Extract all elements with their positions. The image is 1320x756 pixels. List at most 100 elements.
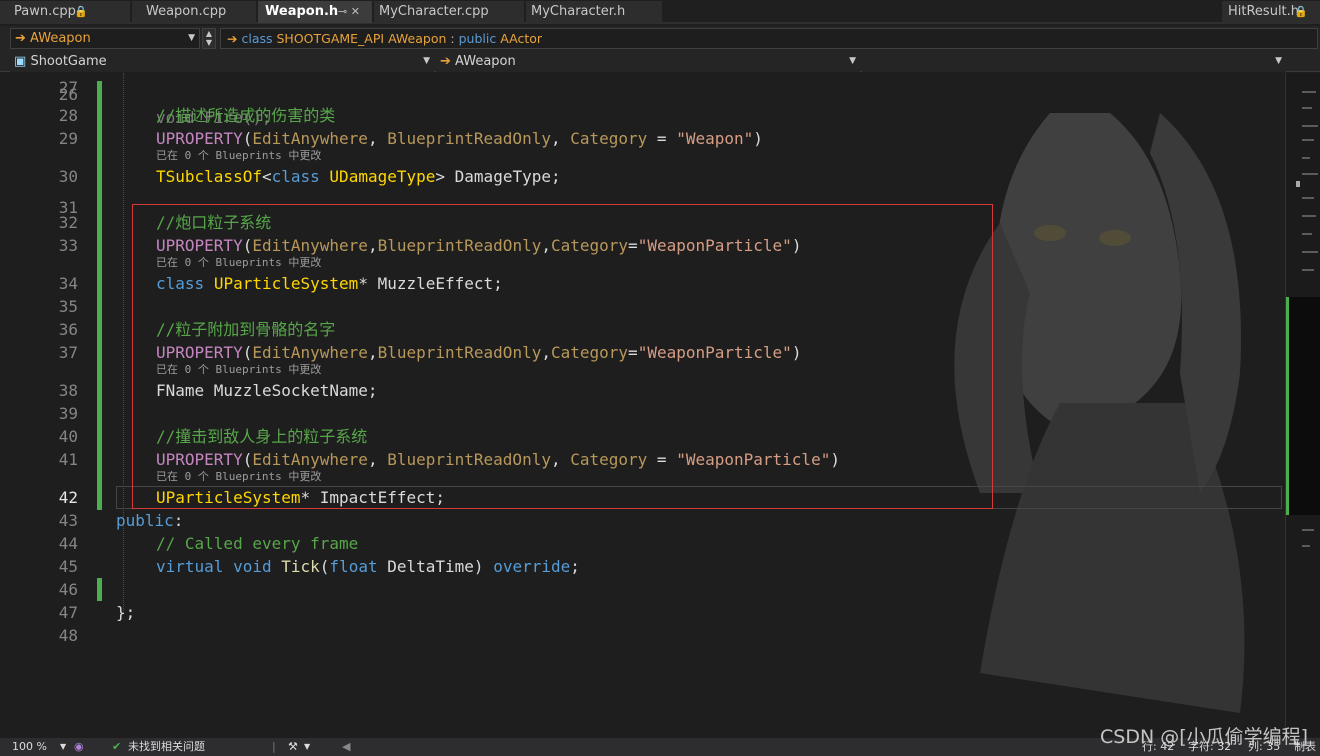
tab-mycharacter-h[interactable]: MyCharacter.h: [526, 1, 662, 23]
chevron-down-icon: ▼: [423, 56, 430, 66]
tab-hitresult-h[interactable]: HitResult.h 🔒: [1222, 1, 1320, 23]
minimap-scrollbar[interactable]: [1285, 73, 1320, 737]
code-line: 45 virtual void Tick(float DeltaTime) ove…: [0, 555, 1284, 578]
type-dropdown[interactable]: ➔ AWeapon ▼: [10, 28, 200, 49]
code-token: (: [242, 129, 253, 148]
nav-class-colon: :: [450, 31, 455, 46]
spin-icon[interactable]: ▲ ▼: [202, 28, 216, 49]
issues-status[interactable]: 未找到相关问题: [128, 738, 205, 756]
code-token: :: [173, 511, 184, 530]
tab-pawn-cpp[interactable]: Pawn.cpp 🔒: [0, 1, 130, 23]
check-circle-icon: ✔: [112, 740, 122, 753]
tab-weapon-cpp[interactable]: Weapon.cpp: [132, 1, 256, 23]
code-token: ): [753, 129, 763, 148]
brush-icon[interactable]: ⚒: [288, 738, 298, 756]
scroll-left-icon[interactable]: ◀: [342, 738, 350, 756]
line-number: 43: [58, 511, 78, 530]
line-number: 27: [58, 78, 78, 97]
lock-icon: 🔒: [74, 5, 88, 18]
line-number: 34: [58, 274, 78, 293]
tab-label: Weapon.h: [265, 4, 339, 19]
code-token: "Weapon": [676, 129, 754, 148]
tab-label: Weapon.cpp: [146, 4, 227, 19]
divider: |: [272, 740, 276, 753]
scope-dropdown[interactable]: ➔ AWeapon ▼: [436, 52, 860, 72]
project-icon: ▣: [14, 54, 27, 69]
line-number: 40: [58, 427, 78, 446]
project-dropdown-label: ShootGame: [30, 54, 107, 69]
arrow-right-icon: ➔: [227, 31, 238, 46]
nav-class-access: public: [458, 31, 497, 46]
scope-dropdown-label: AWeapon: [455, 54, 516, 69]
code-text: public:: [116, 509, 183, 532]
line-number: 44: [58, 534, 78, 553]
code-line: 47};: [0, 601, 1284, 624]
code-token: =: [647, 129, 677, 148]
code-token: EditAnywhere: [252, 129, 368, 148]
line-number: 38: [58, 381, 78, 400]
code-line: 27: [0, 76, 1284, 99]
code-line: 28 //描述所造成的伤害的类: [0, 104, 1284, 127]
line-number: 30: [58, 167, 78, 186]
code-token: BlueprintReadOnly: [387, 129, 551, 148]
code-token: ;: [570, 557, 580, 576]
minimap-viewport[interactable]: [1286, 297, 1320, 515]
code-token: <: [261, 167, 272, 186]
code-line: 48: [0, 624, 1284, 647]
line-number: 46: [58, 580, 78, 599]
code-text: UPROPERTY(EditAnywhere, BlueprintReadOnl…: [156, 127, 763, 150]
tab-weapon-h[interactable]: Weapon.h ⊸ ✕: [258, 1, 372, 23]
line-number: 42: [58, 488, 78, 507]
line-number: 39: [58, 404, 78, 423]
document-tab-strip: Pawn.cpp 🔒 Weapon.cpp Weapon.h ⊸ ✕ MyCha…: [0, 0, 1320, 24]
code-lens-hint[interactable]: 已在 0 个 Blueprints 中更改: [156, 149, 321, 163]
code-token: class: [271, 167, 320, 186]
line-number: 45: [58, 557, 78, 576]
member-dropdown[interactable]: ➔ class SHOOTGAME_API AWeapon : public A…: [220, 28, 1318, 49]
code-line: 29 UPROPERTY(EditAnywhere, BlueprintReadO…: [0, 127, 1284, 150]
code-token: ,: [367, 129, 388, 148]
line-number: 41: [58, 450, 78, 469]
code-token: TSubclassOf: [156, 167, 262, 186]
code-token: virtual: [156, 557, 224, 576]
code-token: //描述所造成的伤害的类: [156, 106, 336, 125]
chevron-down-icon[interactable]: ▼: [60, 738, 66, 756]
project-dropdown[interactable]: ▣ ShootGame ▼: [10, 52, 434, 72]
nav-class-name: AWeapon: [388, 31, 447, 46]
code-token: Category: [570, 129, 648, 148]
line-number: 28: [58, 106, 78, 125]
line-number: 32: [58, 213, 78, 232]
pin-close-icon[interactable]: ⊸ ✕: [338, 1, 360, 23]
type-dropdown-label: AWeapon: [30, 31, 91, 46]
code-line: 46: [0, 578, 1284, 601]
code-token: > DamageType;: [435, 167, 561, 186]
line-number: 47: [58, 603, 78, 622]
code-token: };: [116, 603, 136, 622]
highlight-rectangle: [132, 204, 993, 509]
code-line: 43 public:: [0, 509, 1284, 532]
arrow-right-icon: ➔: [440, 54, 451, 69]
code-text: TSubclassOf<class UDamageType> DamageTyp…: [156, 165, 561, 188]
chevron-down-icon[interactable]: ▼: [304, 738, 310, 756]
code-text: // Called every frame: [156, 532, 358, 555]
tab-mycharacter-cpp[interactable]: MyCharacter.cpp: [374, 1, 524, 23]
code-token: override: [493, 557, 571, 576]
tab-label: HitResult.h: [1228, 4, 1300, 19]
code-line: 30 TSubclassOf<class UDamageType> DamageT…: [0, 165, 1284, 188]
zoom-level[interactable]: 100 %: [12, 738, 47, 756]
chevron-down-icon: ▼: [1275, 56, 1282, 66]
code-token: DeltaTime): [377, 557, 494, 576]
code-text: };: [116, 601, 135, 624]
code-token: void: [233, 557, 272, 576]
code-editor[interactable]: 26 void Fire(); 27 28//描述所造成的伤害的类 29 UPROPE…: [0, 73, 1284, 737]
line-number: 36: [58, 320, 78, 339]
navigation-bar: ➔ AWeapon ▼ ▲ ▼ ➔ class SHOOTGAME_API AWe…: [0, 26, 1320, 52]
code-token: UPROPERTY: [156, 129, 243, 148]
arrow-right-icon: ➔: [15, 31, 26, 46]
copilot-icon[interactable]: ◉: [74, 738, 84, 756]
chevron-down-icon: ▼: [188, 33, 195, 43]
function-dropdown[interactable]: ▼: [862, 52, 1286, 72]
lock-icon: 🔒: [1294, 5, 1308, 18]
